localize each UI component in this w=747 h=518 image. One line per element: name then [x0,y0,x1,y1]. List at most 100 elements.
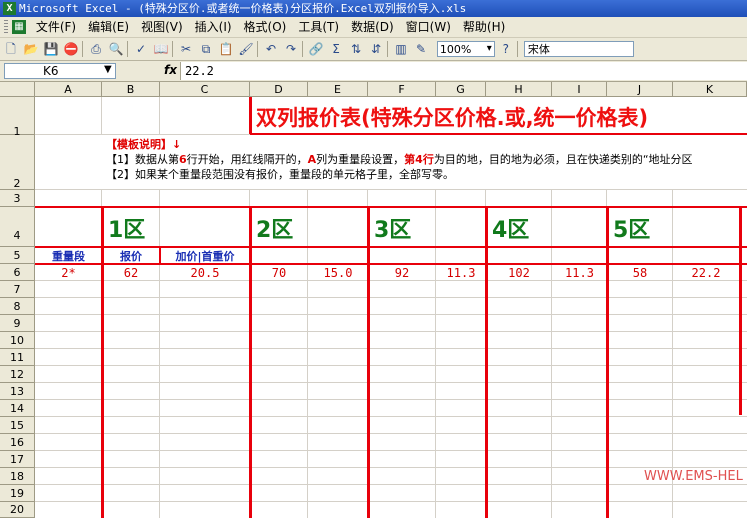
column-header-k[interactable]: K [673,82,747,97]
row-header-1[interactable]: 1 [0,97,35,138]
toolbar-separator [172,41,173,57]
column-header-c[interactable]: C [160,82,250,97]
zoom-dropdown[interactable]: 100% [436,41,495,57]
cell-d6[interactable]: 70 [250,266,308,280]
row-header-18[interactable]: 18 [0,468,35,485]
cell-c6[interactable]: 20.5 [160,266,250,280]
toolbar-separator [82,41,83,57]
row-header-12[interactable]: 12 [0,366,35,383]
row-header-15[interactable]: 15 [0,417,35,434]
gridline [35,467,747,468]
menu-help[interactable]: 帮助(H) [457,17,511,37]
sort-ascending-icon[interactable]: ⇅ [347,40,365,58]
column-header-h[interactable]: H [486,82,552,97]
watermark-text: WWW.EMS-HEL [644,469,743,484]
column-header-i[interactable]: I [552,82,607,97]
row-header-7[interactable]: 7 [0,281,35,298]
menu-tools[interactable]: 工具(T) [292,17,345,37]
gridline [35,399,747,400]
undo-icon[interactable]: ↶ [262,40,280,58]
autosum-icon[interactable]: Σ [327,40,345,58]
column-header-e[interactable]: E [308,82,368,97]
cell-b6[interactable]: 62 [102,266,160,280]
cell-a6[interactable]: 2* [35,266,102,280]
row-header-4[interactable]: 4 [0,207,35,247]
row-header-9[interactable]: 9 [0,315,35,332]
header-addon-price: 加价|首重价 [175,250,235,263]
gridline [35,189,747,190]
cell-j6[interactable]: 58 [607,266,673,280]
row-header-16[interactable]: 16 [0,434,35,451]
column-header-g[interactable]: G [436,82,486,97]
workbook-icon[interactable]: ▦ [12,20,26,34]
toolbar-separator [257,41,258,57]
cell-h6[interactable]: 102 [486,266,552,280]
cell-e6[interactable]: 15.0 [308,266,368,280]
note1-part: 为目的地，目的地为必须，且在快递类别的“地址分区 [433,153,693,166]
row-header-6[interactable]: 6 [0,264,35,281]
spelling-icon[interactable]: ✓ [132,40,150,58]
hyperlink-icon[interactable]: 🔗 [307,40,325,58]
print-preview-icon[interactable]: 🔍 [107,40,125,58]
row-header-8[interactable]: 8 [0,298,35,315]
column-header-a[interactable]: A [35,82,102,97]
row-header-13[interactable]: 13 [0,383,35,400]
column-header-b[interactable]: B [102,82,160,97]
note1-part: 【1】数据从第 [106,153,179,166]
cell-f6[interactable]: 92 [368,266,436,280]
permission-icon[interactable]: ⛔ [62,40,80,58]
row-header-5[interactable]: 5 [0,247,35,264]
red-divider [35,206,747,208]
note1-part: 行开始，用红线隔开的， [186,153,308,166]
gridline [35,297,747,298]
worksheet-grid[interactable]: A B C D E F G H I J K 1 2 3 4 5 6 7 8 9 … [0,82,747,518]
chart-wizard-icon[interactable]: ▥ [392,40,410,58]
toolbar-separator [302,41,303,57]
menu-insert[interactable]: 插入(I) [189,17,238,37]
menu-window[interactable]: 窗口(W) [400,17,457,37]
menu-file[interactable]: 文件(F) [30,17,82,37]
column-header-j[interactable]: J [607,82,673,97]
menu-format[interactable]: 格式(O) [238,17,293,37]
open-folder-icon[interactable]: 📂 [22,40,40,58]
cell-i6[interactable]: 11.3 [552,266,607,280]
row-header-3[interactable]: 3 [0,190,35,207]
copy-icon[interactable]: ⧉ [197,40,215,58]
sort-descending-icon[interactable]: ⇵ [367,40,385,58]
drawing-icon[interactable]: ✎ [412,40,430,58]
name-box[interactable]: K6 [4,63,116,79]
cell-g6[interactable]: 11.3 [436,266,486,280]
header-price: 报价 [120,250,142,263]
name-box-dropdown-icon[interactable]: ▼ [104,64,112,75]
gridline [35,416,747,417]
column-header-d[interactable]: D [250,82,308,97]
formula-input[interactable]: 22.2 [180,62,747,80]
menu-data[interactable]: 数据(D) [345,17,400,37]
row-header-19[interactable]: 19 [0,485,35,502]
select-all-corner[interactable] [0,82,35,97]
research-icon[interactable]: 📖 [152,40,170,58]
menu-view[interactable]: 视图(V) [135,17,189,37]
redo-icon[interactable]: ↷ [282,40,300,58]
font-name-dropdown[interactable]: 宋体 [523,41,634,57]
row-header-14[interactable]: 14 [0,400,35,417]
paste-icon[interactable]: 📋 [217,40,235,58]
row-header-20[interactable]: 20 [0,502,35,518]
row-header-2[interactable]: 2 [0,135,35,190]
help-icon[interactable]: ? [497,40,515,58]
row-header-17[interactable]: 17 [0,451,35,468]
notes-heading-text: 【模板说明】↓ [106,138,182,151]
menu-edit[interactable]: 编辑(E) [82,17,135,37]
cell-k6[interactable]: 22.2 [673,266,739,280]
cut-icon[interactable]: ✂ [177,40,195,58]
format-painter-icon[interactable]: 🖌 [237,40,255,58]
zone-5-label: 5区 [613,218,651,243]
insert-function-icon[interactable]: fx [164,63,177,77]
print-icon[interactable]: ⎙ [87,40,105,58]
save-icon[interactable]: 💾 [42,40,60,58]
gridline [35,314,747,315]
row-header-11[interactable]: 11 [0,349,35,366]
new-file-icon[interactable]: 🗋 [2,40,20,58]
column-header-f[interactable]: F [368,82,436,97]
row-header-10[interactable]: 10 [0,332,35,349]
